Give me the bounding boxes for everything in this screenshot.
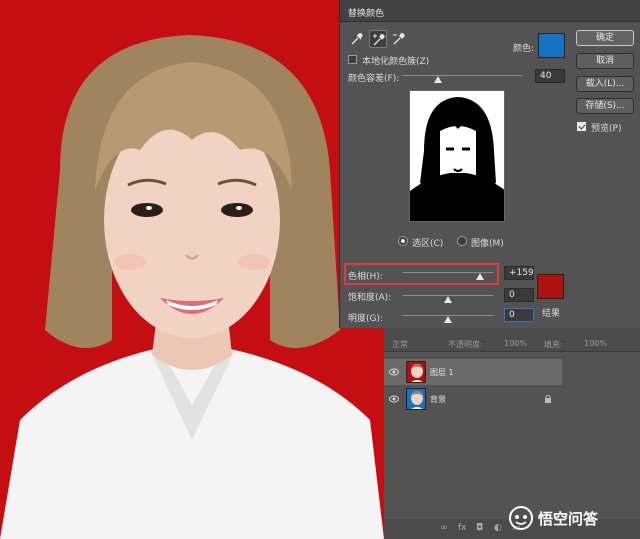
mask-icon[interactable]: ◘ <box>476 523 483 533</box>
replace-color-dialog: 替换颜色 颜色: 本地化颜色簇(Z) 颜色容差(F): 40 确定 取消 载入(… <box>339 0 640 328</box>
opacity-value[interactable]: 100% <box>504 339 527 348</box>
adjustment-icon[interactable]: ◐ <box>494 523 502 533</box>
hue-input[interactable]: +159 <box>504 266 534 280</box>
link-icon[interactable]: ∞ <box>440 523 448 533</box>
opacity-label: 不透明度: <box>448 340 483 349</box>
selection-preview <box>409 90 505 222</box>
saturation-label: 饱和度(A): <box>348 293 392 303</box>
localized-clusters-checkbox[interactable] <box>348 55 357 64</box>
ok-button[interactable]: 确定 <box>576 30 634 46</box>
fuzziness-label: 颜色容差(F): <box>348 74 400 84</box>
eye-icon[interactable] <box>389 367 399 377</box>
save-button[interactable]: 存储(S)... <box>576 98 634 114</box>
eyedropper-minus-icon <box>393 33 405 45</box>
lightness-input[interactable]: 0 <box>504 308 534 322</box>
preview-checkbox[interactable] <box>577 122 586 131</box>
color-label: 颜色: <box>513 44 535 54</box>
cancel-button[interactable]: 取消 <box>576 53 634 69</box>
layer-row-layer1[interactable]: 图层 1 <box>384 359 562 385</box>
selection-view-label: 选区(C) <box>412 239 444 249</box>
dialog-title: 替换颜色 <box>348 9 385 19</box>
eye-icon[interactable] <box>389 394 399 404</box>
eyedropper-subtract-button[interactable] <box>390 30 408 48</box>
localized-clusters-label: 本地化颜色簇(Z) <box>362 57 430 67</box>
layer-thumbnail <box>406 388 426 410</box>
layer-name[interactable]: 背景 <box>430 394 446 405</box>
fuzziness-input[interactable]: 40 <box>535 69 565 83</box>
selection-color-swatch[interactable] <box>538 33 565 58</box>
hue-label: 色相(H): <box>348 272 383 282</box>
lightness-label: 明度(G): <box>348 314 384 324</box>
lightness-slider-thumb[interactable] <box>444 316 452 323</box>
fill-value[interactable]: 100% <box>584 339 607 348</box>
portrait-photo <box>0 0 384 539</box>
image-view-radio[interactable] <box>457 236 467 246</box>
lock-icon[interactable] <box>544 394 552 403</box>
saturation-slider-thumb[interactable] <box>444 296 452 303</box>
eyedropper-icon <box>351 33 363 45</box>
layer-thumbnail <box>406 361 426 383</box>
watermark-text: 悟空问答 <box>538 510 599 528</box>
watermark: 悟空问答 <box>508 505 598 531</box>
saturation-input[interactable]: 0 <box>504 288 534 302</box>
image-canvas[interactable] <box>0 0 384 539</box>
wukong-logo-icon <box>509 506 533 530</box>
fill-label: 填充: <box>544 340 563 349</box>
fuzziness-slider-track[interactable] <box>402 75 522 76</box>
dialog-titlebar[interactable]: 替换颜色 <box>340 0 640 22</box>
result-label: 结果 <box>542 309 561 319</box>
eyedropper-add-button[interactable] <box>369 30 387 48</box>
layer-row-background[interactable]: 背景 <box>384 386 562 412</box>
fuzziness-slider-thumb[interactable] <box>434 76 442 83</box>
load-button[interactable]: 载入(L)... <box>576 76 634 92</box>
image-view-label: 图像(M) <box>471 239 504 249</box>
eyedropper-plus-icon <box>373 34 385 46</box>
blend-mode-label[interactable]: 正常 <box>392 339 408 350</box>
preview-label: 预览(P) <box>591 124 622 134</box>
selection-view-radio[interactable] <box>398 236 408 246</box>
result-color-swatch[interactable] <box>537 274 564 299</box>
eyedropper-button[interactable] <box>348 30 366 48</box>
layers-options-bar: 正常 不透明度: 100% 填充: 100% <box>384 328 640 352</box>
layer-name[interactable]: 图层 1 <box>430 367 454 378</box>
hue-slider-thumb[interactable] <box>476 273 485 280</box>
fx-icon[interactable]: fx <box>458 523 467 533</box>
